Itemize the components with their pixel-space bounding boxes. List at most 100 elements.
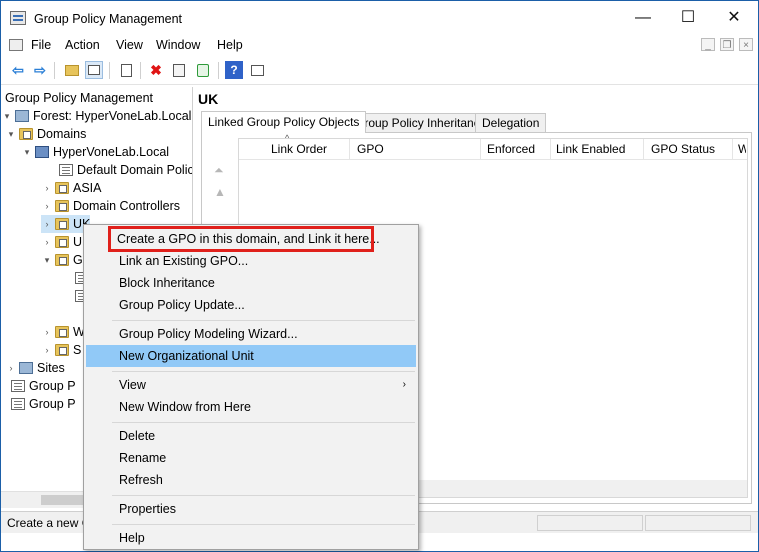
action-pane-icon[interactable] — [248, 61, 266, 79]
menu-item-delete[interactable]: Delete — [86, 425, 416, 447]
tree-item-forest[interactable]: ▾ Forest: HyperVoneLab.Local — [1, 107, 192, 125]
tree-item-asia[interactable]: › ASIA — [41, 179, 102, 197]
expand-toggle-icon[interactable]: › — [41, 327, 53, 337]
menu-help[interactable]: Help — [217, 38, 243, 52]
document-icon[interactable] — [9, 39, 23, 51]
gpm-app-icon — [10, 11, 26, 25]
show-hide-tree-icon[interactable] — [85, 61, 103, 79]
status-text: Create a new G — [7, 516, 92, 530]
column-link-enabled[interactable]: Link Enabled — [556, 142, 625, 156]
ou-folder-icon — [55, 200, 69, 212]
tab-linked-gpos[interactable]: Linked Group Policy Objects — [201, 111, 367, 133]
expand-toggle-icon[interactable]: › — [41, 237, 53, 247]
expand-toggle-icon[interactable]: › — [41, 183, 53, 193]
tree-item-w[interactable]: › W — [41, 323, 85, 341]
menu-item-view[interactable]: View › — [86, 374, 416, 396]
forest-icon — [15, 110, 29, 122]
column-enforced[interactable]: Enforced — [487, 142, 535, 156]
expand-toggle-icon[interactable]: › — [41, 201, 53, 211]
expand-toggle-icon[interactable]: › — [41, 219, 53, 229]
expand-toggle-icon[interactable]: ▾ — [21, 147, 33, 158]
maximize-button[interactable]: ☐ — [665, 1, 711, 35]
menu-item-new-window[interactable]: New Window from Here — [86, 396, 416, 418]
tree-item-group-policy-modeling[interactable]: Group P — [9, 377, 76, 395]
expand-toggle-icon[interactable]: ▾ — [5, 129, 17, 140]
column-wmi-filter[interactable]: W — [738, 142, 746, 156]
menu-separator — [112, 524, 415, 525]
toolbar-divider — [140, 62, 141, 79]
submenu-arrow-icon: › — [402, 379, 406, 390]
menu-file[interactable]: File — [31, 38, 51, 52]
window-title: Group Policy Management — [34, 12, 182, 26]
column-link-order[interactable]: Link Order — [271, 142, 327, 156]
menu-item-help[interactable]: Help — [86, 527, 416, 549]
menu-item-gp-modeling-wizard[interactable]: Group Policy Modeling Wizard... — [86, 323, 416, 345]
table-header: ^ Link Order GPO Enforced Link Enabled G… — [239, 133, 747, 160]
column-divider[interactable] — [480, 139, 481, 160]
tree-label: Default Domain Polic — [77, 163, 193, 177]
tree-label: S — [73, 343, 82, 357]
menu-item-new-ou[interactable]: New Organizational Unit — [86, 345, 416, 367]
menu-view[interactable]: View — [116, 38, 143, 52]
tree-item-domains[interactable]: ▾ Domains — [5, 125, 87, 143]
column-divider[interactable] — [349, 139, 350, 160]
minimize-button[interactable]: — — [620, 1, 666, 35]
tree-label: G — [73, 253, 83, 267]
tree-item-group-policy-results[interactable]: Group P — [9, 395, 76, 413]
menu-item-refresh[interactable]: Refresh — [86, 469, 416, 491]
mdi-restore-button[interactable]: ❐ — [720, 38, 734, 51]
tree-label: U — [73, 235, 83, 249]
mdi-minimize-button[interactable]: _ — [701, 38, 715, 51]
menu-window[interactable]: Window — [156, 38, 200, 52]
tree-item-gpm-root[interactable]: Group Policy Management — [5, 89, 153, 107]
folder-icon — [19, 128, 33, 140]
tree-item-s[interactable]: › S — [41, 341, 82, 359]
refresh-icon[interactable] — [194, 61, 212, 79]
tree-label: Domains — [37, 127, 87, 141]
expand-toggle-icon[interactable]: ▾ — [41, 255, 53, 266]
tree-item-sites[interactable]: › Sites — [5, 359, 65, 377]
menu-item-properties[interactable]: Properties — [86, 498, 416, 520]
menu-item-gp-update[interactable]: Group Policy Update... — [86, 294, 416, 316]
properties-icon[interactable] — [117, 61, 135, 79]
expand-toggle-icon[interactable]: › — [5, 363, 17, 373]
menu-item-link-existing-gpo[interactable]: Link an Existing GPO... — [86, 250, 416, 272]
ou-folder-icon — [55, 218, 69, 230]
toolbar: ⇦ ⇨ ✖ ? — [1, 57, 758, 85]
column-divider[interactable] — [643, 139, 644, 160]
menu-separator — [112, 495, 415, 496]
tab-delegation[interactable]: Delegation — [475, 113, 547, 132]
close-button[interactable]: ✕ — [711, 1, 757, 35]
forward-arrow-icon[interactable]: ⇨ — [31, 61, 49, 79]
expand-toggle-icon[interactable]: › — [41, 345, 53, 355]
tree-item-domain[interactable]: ▾ HyperVoneLab.Local — [21, 143, 169, 161]
column-divider[interactable] — [732, 139, 733, 160]
domain-icon — [35, 146, 49, 158]
menu-bar: File Action View Window Help _ ❐ × — [1, 35, 758, 56]
tree-item-g[interactable]: ▾ G — [41, 251, 83, 269]
menu-action[interactable]: Action — [65, 38, 100, 52]
move-up-one-icon[interactable]: ▲ — [214, 185, 226, 199]
column-gpo[interactable]: GPO — [357, 142, 384, 156]
tree-label: Sites — [37, 361, 65, 375]
tree-item-domain-controllers[interactable]: › Domain Controllers — [41, 197, 180, 215]
menu-item-rename[interactable]: Rename — [86, 447, 416, 469]
up-folder-icon[interactable] — [63, 61, 81, 79]
tab-gp-inheritance[interactable]: Group Policy Inheritance — [348, 113, 494, 132]
menu-item-create-gpo-and-link[interactable]: Create a GPO in this domain, and Link it… — [108, 226, 380, 252]
column-gpo-status[interactable]: GPO Status — [651, 142, 715, 156]
help-icon[interactable]: ? — [225, 61, 243, 79]
menu-item-block-inheritance[interactable]: Block Inheritance — [86, 272, 416, 294]
mdi-close-button[interactable]: × — [739, 38, 753, 51]
tree-label: ASIA — [73, 181, 102, 195]
toolbar-divider — [54, 62, 55, 79]
tree-item-u[interactable]: › U — [41, 233, 83, 251]
column-divider[interactable] — [550, 139, 551, 160]
delete-icon[interactable]: ✖ — [147, 61, 165, 79]
export-list-icon[interactable] — [170, 61, 188, 79]
back-arrow-icon[interactable]: ⇦ — [9, 61, 27, 79]
expand-toggle-icon[interactable]: ▾ — [1, 111, 13, 122]
move-up-icon[interactable]: ⏶ — [214, 163, 224, 178]
tree-item-default-domain-policy[interactable]: Default Domain Polic — [45, 161, 193, 179]
ou-folder-icon — [55, 236, 69, 248]
